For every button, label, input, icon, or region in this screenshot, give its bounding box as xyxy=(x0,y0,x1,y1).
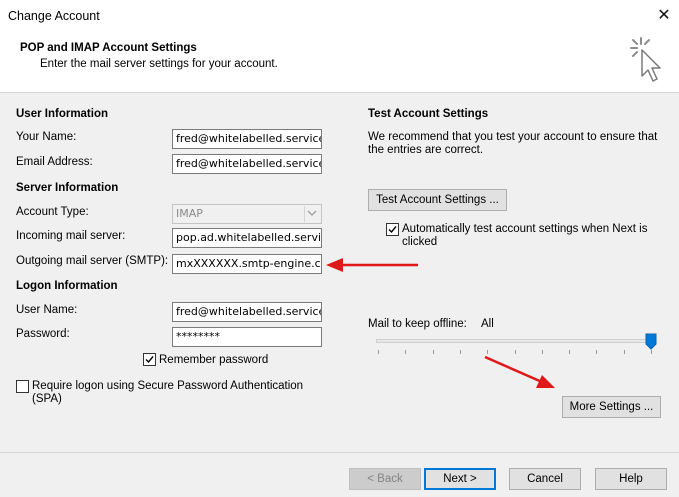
annotation-arrow-more-settings xyxy=(484,355,555,388)
annotation-arrow-outgoing xyxy=(326,258,418,272)
back-button[interactable]: < Back xyxy=(349,468,421,490)
next-button[interactable]: Next > xyxy=(424,468,496,490)
annotation-arrows xyxy=(326,258,555,388)
help-button[interactable]: Help xyxy=(595,468,667,490)
footer-divider xyxy=(0,452,679,453)
cancel-button[interactable]: Cancel xyxy=(509,468,581,490)
